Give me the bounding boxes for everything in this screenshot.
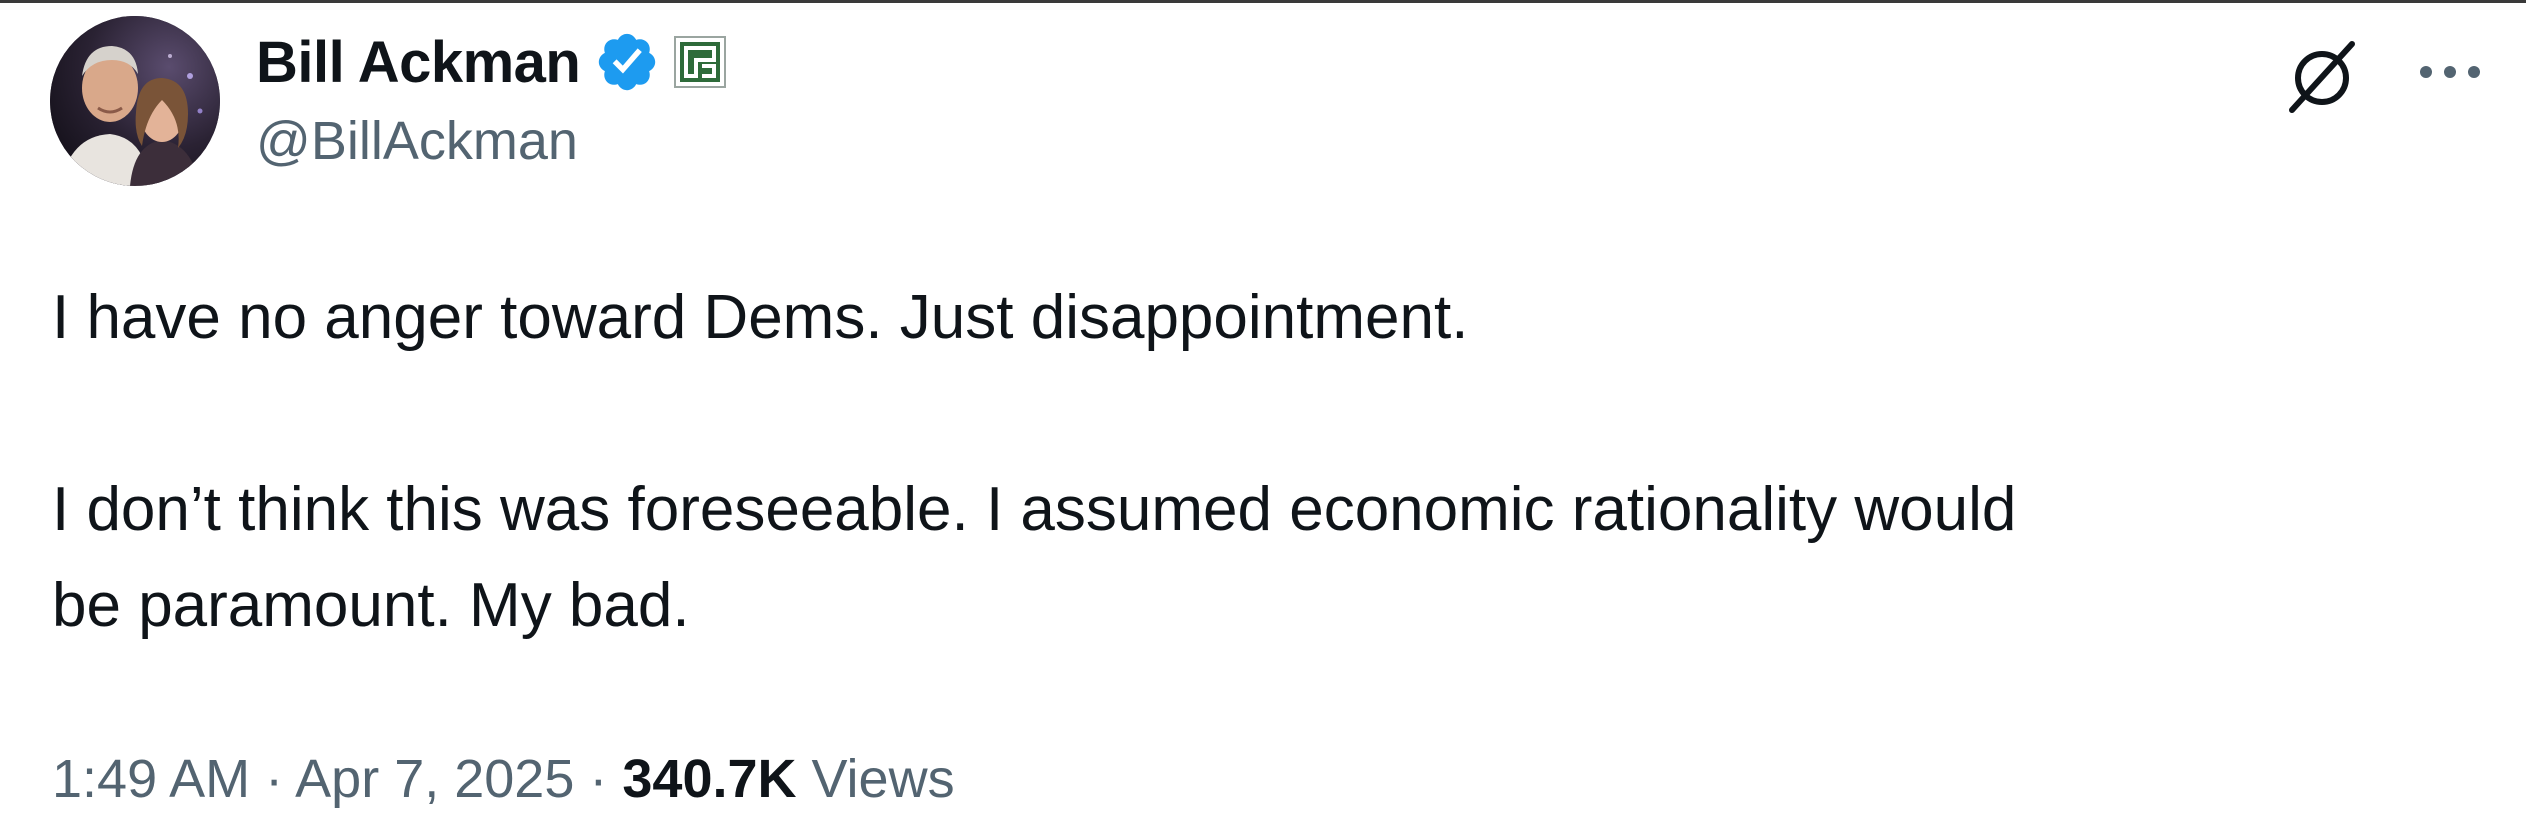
meta-separator: · — [265, 749, 296, 809]
pershing-square-badge-icon[interactable] — [674, 36, 727, 88]
views-label: Views — [811, 749, 955, 809]
meta-separator: · — [589, 749, 623, 809]
tweet-date[interactable]: Apr 7, 2025 — [295, 749, 589, 809]
tweet-paragraph-2-line-1: I don’t think this was foreseeable. I as… — [52, 475, 2017, 544]
grok-icon[interactable] — [2282, 36, 2362, 116]
tweet-time[interactable]: 1:49 AM — [52, 749, 265, 809]
verified-check-icon[interactable] — [594, 29, 660, 95]
author-display-name[interactable]: Bill Ackman — [256, 29, 581, 96]
tweet-paragraph-1: I have no anger toward Dems. Just disapp… — [52, 283, 1469, 352]
views-count[interactable]: 340.7K — [622, 749, 811, 809]
tweet-paragraph-2-line-2: be paramount. My bad. — [52, 571, 690, 640]
top-divider — [0, 0, 2526, 3]
more-options-icon[interactable] — [2410, 52, 2490, 92]
author-name-row: Bill Ackman — [256, 26, 727, 98]
author-handle[interactable]: @BillAckman — [256, 110, 578, 172]
tweet-meta: 1:49 AM · Apr 7, 2025 · 340.7K Views — [52, 748, 955, 810]
avatar-photo — [50, 16, 220, 186]
avatar[interactable] — [50, 16, 220, 186]
tweet-card: Bill Ackman @BillAckman I have no anger … — [0, 0, 2526, 822]
tweet-text: I have no anger toward Dems. Just disapp… — [52, 270, 2492, 654]
